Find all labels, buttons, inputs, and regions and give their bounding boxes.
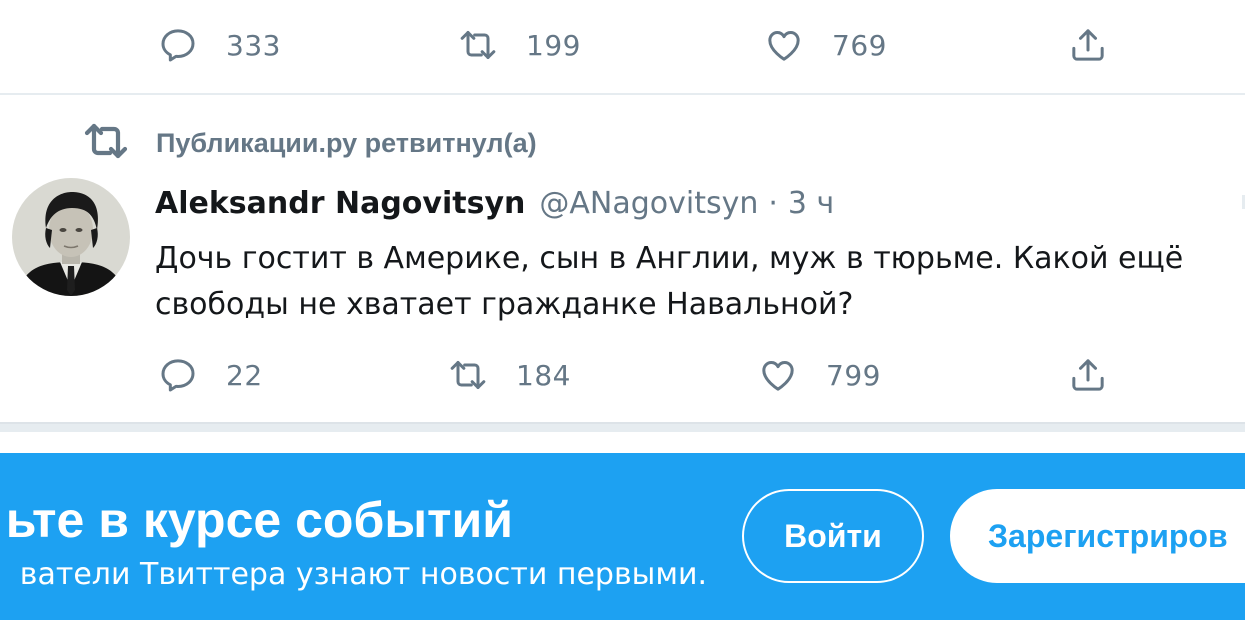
header-separator: · [768,185,778,221]
tweet-actions: 22 184 799 [0,345,1245,405]
login-button[interactable]: Войти [742,489,924,583]
share-button[interactable] [1068,345,1108,405]
avatar[interactable] [12,178,130,296]
banner-subtitle: ватели Твиттера узнают новости первыми. [19,557,707,592]
share-icon [1068,25,1108,65]
like-count: 769 [832,28,887,62]
reply-icon [158,25,198,65]
like-button[interactable]: 769 [764,15,887,75]
reply-button[interactable]: 22 [158,345,263,405]
like-count: 799 [826,358,881,392]
retweet-icon [448,355,488,395]
like-button[interactable]: 799 [758,345,881,405]
tweet-text-line: свободы не хватает гражданке Навальной? [155,287,854,322]
retweet-icon [82,117,130,169]
reply-count: 333 [226,28,281,62]
retweet-icon [458,25,498,65]
signup-button[interactable]: Зарегистриров [950,489,1245,583]
tweet-timestamp[interactable]: 3 ч [788,186,834,221]
author-handle[interactable]: @ANagovitsyn [539,186,758,221]
retweet-button[interactable]: 199 [458,15,581,75]
tweet-header: Aleksandr Nagovitsyn @ANagovitsyn · 3 ч [155,180,834,226]
previous-tweet-actions: 333 199 769 [0,15,1245,75]
reply-button[interactable]: 333 [158,15,281,75]
reply-count: 22 [226,358,263,392]
retweet-button[interactable]: 184 [448,345,571,405]
tweet-text-line: Дочь гостит в Америке, сын в Англии, муж… [155,241,1184,276]
timeline-divider [0,422,1245,432]
retweet-context[interactable]: Публикации.ру ретвитнул(а) [82,118,537,168]
share-icon [1068,355,1108,395]
reply-icon [158,355,198,395]
like-icon [758,355,798,395]
login-banner: ьте в курсе событий ватели Твиттера узна… [0,453,1245,620]
retweet-count: 199 [526,28,581,62]
tweet-divider [0,93,1245,95]
share-button[interactable] [1068,15,1108,75]
like-icon [764,25,804,65]
banner-title: ьте в курсе событий [5,492,513,548]
retweet-context-label: Публикации.ру ретвитнул(а) [156,127,537,158]
author-name[interactable]: Aleksandr Nagovitsyn [155,186,525,221]
tweet-text: Дочь гостит в Америке, сын в Англии, муж… [155,236,1235,328]
retweet-count: 184 [516,358,571,392]
